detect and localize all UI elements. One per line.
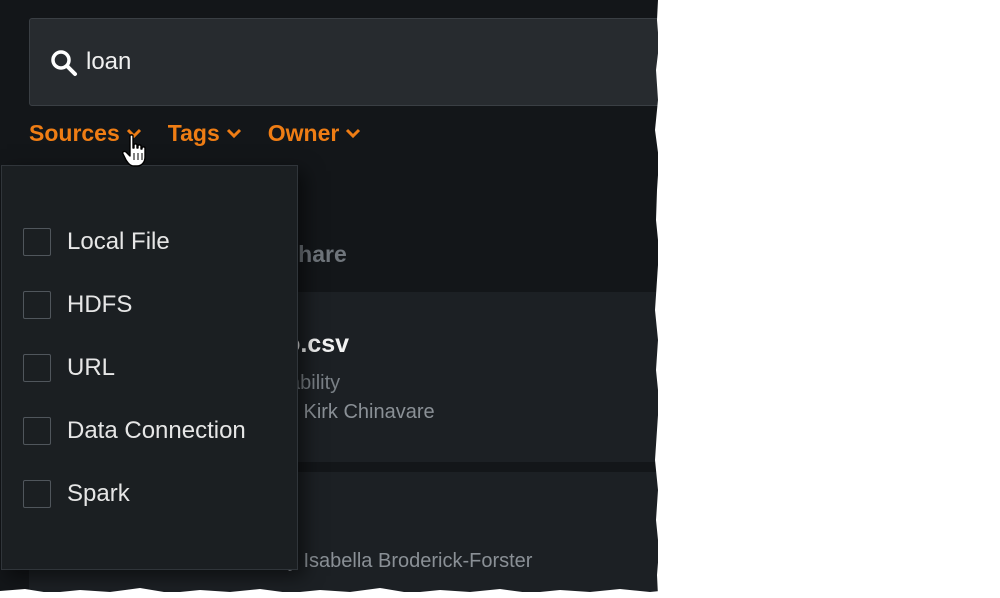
search-input[interactable] [86, 45, 586, 79]
checkbox[interactable] [23, 228, 51, 256]
app-screen: Sources Tags Owner ag Share emo.c [0, 0, 658, 592]
checkbox[interactable] [23, 480, 51, 508]
tags-filter-label: Tags [167, 119, 220, 146]
source-option-label: Spark [67, 480, 130, 507]
sources-filter-label: Sources [29, 119, 120, 146]
owner-filter[interactable]: Owner [268, 117, 362, 149]
source-option-spark[interactable]: Spark [23, 478, 130, 510]
chevron-down-icon [226, 128, 241, 139]
checkbox[interactable] [23, 291, 51, 319]
search-bar[interactable] [29, 18, 658, 106]
chevron-down-icon [346, 128, 361, 139]
checkbox[interactable] [23, 417, 51, 445]
source-option-label: HDFS [67, 291, 133, 318]
source-option-data-connection[interactable]: Data Connection [23, 415, 246, 447]
hand-cursor-icon [122, 134, 146, 167]
source-option-hdfs[interactable]: HDFS [23, 289, 132, 321]
source-option-label: URL [67, 354, 116, 381]
owner-filter-label: Owner [267, 119, 340, 146]
filter-bar: Sources Tags Owner [29, 117, 387, 149]
checkbox[interactable] [23, 354, 51, 382]
source-option-label: Local File [67, 228, 170, 255]
source-option-url[interactable]: URL [23, 352, 115, 384]
source-option-local-file[interactable]: Local File [23, 226, 170, 258]
tags-filter[interactable]: Tags [168, 117, 242, 149]
sources-dropdown-menu: Local File HDFS URL Data Connection Spar… [1, 165, 298, 570]
source-option-label: Data Connection [67, 417, 246, 444]
search-icon [51, 50, 77, 76]
